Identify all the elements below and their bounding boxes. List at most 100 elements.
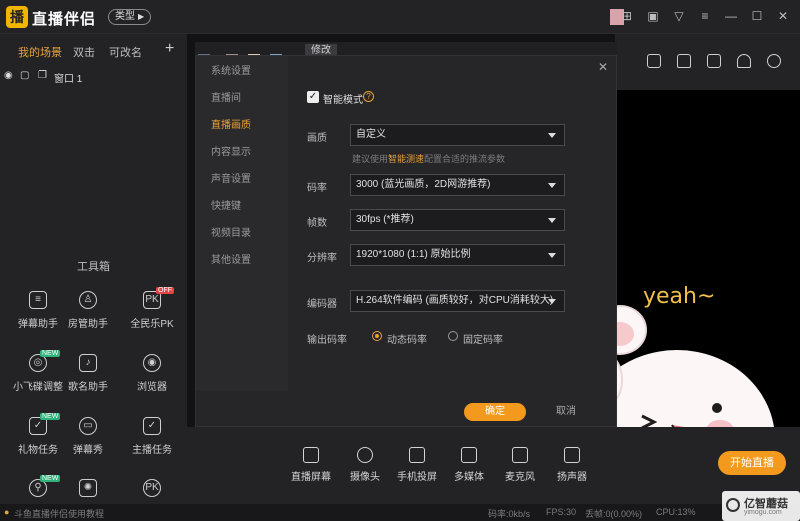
toolbox-item-label: 歌名助手 bbox=[68, 382, 108, 393]
field-select[interactable]: H.264软件编码 (画质较好，对CPU消耗较大) bbox=[350, 290, 565, 312]
add-scene-button[interactable]: + bbox=[165, 40, 174, 58]
menu-icon[interactable]: ≡ bbox=[698, 9, 712, 23]
watermark-logo-icon bbox=[726, 498, 740, 512]
phone-cast-icon bbox=[409, 447, 425, 463]
message-icon[interactable]: ⊞ bbox=[620, 9, 634, 23]
field-select[interactable]: 1920*1080 (1:1) 原始比例 bbox=[350, 244, 565, 266]
settings-nav-item[interactable]: 声音设置 bbox=[211, 170, 251, 185]
lock-icon[interactable]: ▢ bbox=[20, 70, 29, 81]
settings-nav-item[interactable]: 快捷键 bbox=[211, 197, 241, 212]
source-tool-label: 扬声器 bbox=[557, 472, 587, 483]
radio-dynamic-label: 动态码率 bbox=[387, 335, 427, 346]
screen-capture-icon bbox=[303, 447, 319, 463]
source-tool-button[interactable]: 扬声器 bbox=[547, 447, 597, 483]
start-live-button[interactable]: 开始直播 bbox=[718, 451, 786, 475]
app-title: 直播伴侣 bbox=[32, 11, 97, 28]
song-helper-icon: ♪ bbox=[79, 354, 97, 372]
chevron-down-icon bbox=[548, 133, 556, 138]
toolbox-item-label: 主播任务 bbox=[132, 445, 172, 456]
minimize-icon[interactable]: — bbox=[724, 9, 738, 23]
field-value: 30fps (*推荐) bbox=[356, 214, 414, 225]
room-admin-icon: ♙ bbox=[79, 291, 97, 309]
window-controls: ⊞ ▣ ▽ ≡ — ☐ ✕ bbox=[620, 9, 790, 23]
source-tool-button[interactable]: 摄像头 bbox=[340, 447, 390, 483]
field-label: 编码器 bbox=[307, 299, 337, 310]
speaker-icon bbox=[564, 447, 580, 463]
toolbox-item[interactable]: ✓ 主播任务 bbox=[122, 417, 182, 461]
settings-nav-item[interactable]: 内容显示 bbox=[211, 143, 251, 158]
toolbox-item[interactable]: ♪ 歌名助手 bbox=[58, 354, 118, 398]
danmaku-helper-icon: ≡ bbox=[29, 291, 47, 309]
eye-icon[interactable]: ◉ bbox=[4, 70, 13, 81]
maximize-icon[interactable]: ☐ bbox=[750, 9, 764, 23]
toolbox-item-label: 浏览器 bbox=[137, 382, 167, 393]
tab-my-scenes[interactable]: 我的场景 bbox=[18, 44, 62, 60]
help-icon[interactable]: ? bbox=[363, 91, 374, 102]
radio-fixed-bitrate[interactable] bbox=[448, 331, 458, 341]
lottery-icon: ✺ bbox=[79, 479, 97, 497]
source-tool-button[interactable]: 麦克风 bbox=[495, 447, 545, 483]
radio-dynamic-bitrate[interactable] bbox=[372, 331, 382, 341]
settings-nav-item[interactable]: 视频目录 bbox=[211, 224, 251, 239]
smart-mode-label: 智能模式 bbox=[323, 95, 363, 106]
speedtest-hint: 建议使用智能测速配置合适的推流参数 bbox=[352, 154, 506, 164]
close-icon[interactable]: ✕ bbox=[776, 9, 790, 23]
field-value: 自定义 bbox=[356, 129, 386, 140]
field-value: 1920*1080 (1:1) 原始比例 bbox=[356, 249, 471, 260]
window-icon[interactable] bbox=[707, 54, 721, 68]
toolbox-item[interactable]: ▭ 弹幕秀 bbox=[58, 417, 118, 461]
source-tool-button[interactable]: 直播屏幕 bbox=[286, 447, 336, 483]
toolbox-item[interactable]: PK 全民乐PK OFF bbox=[122, 287, 182, 335]
watermark-url: yimogu.com bbox=[744, 509, 782, 516]
source-toolbar: 直播屏幕 摄像头 手机投屏 多媒体 麦克风 扬声器 bbox=[187, 427, 800, 504]
settings-nav-item[interactable]: 系统设置 bbox=[211, 62, 251, 77]
field-label: 画质 bbox=[307, 133, 327, 144]
tab-scene-double-click[interactable]: 双击 bbox=[73, 44, 95, 60]
tutorial-icon: ● bbox=[4, 507, 10, 517]
speedtest-link[interactable]: 智能测速 bbox=[388, 154, 424, 164]
dropped-frames-readout: 丢帧:0(0.00%) bbox=[585, 509, 643, 519]
toolbox-item-badge: OFF bbox=[156, 287, 174, 294]
source-name: 窗口 1 bbox=[54, 74, 83, 85]
right-toolbar bbox=[615, 34, 800, 90]
toolbox-item[interactable]: ♙ 房管助手 bbox=[58, 291, 118, 335]
gift-box-icon[interactable]: ▣ bbox=[646, 9, 660, 23]
tutorial-link[interactable]: 斗鱼直播伴侣使用教程 bbox=[14, 507, 104, 520]
source-tool-button[interactable]: 手机投屏 bbox=[392, 447, 442, 483]
toolbox-item[interactable]: ◉ 浏览器 bbox=[122, 354, 182, 398]
field-select[interactable]: 自定义 bbox=[350, 124, 565, 146]
field-label: 分辨率 bbox=[307, 253, 337, 264]
browser-icon: ◉ bbox=[143, 354, 161, 372]
share-icon[interactable] bbox=[767, 54, 781, 68]
play-arrow-icon: ▶ bbox=[138, 12, 145, 21]
smart-mode-checkbox[interactable]: ✓ bbox=[307, 91, 319, 103]
watermark: 亿智蘑菇 yimogu.com bbox=[722, 491, 800, 521]
source-tool-button[interactable]: 多媒体 bbox=[444, 447, 494, 483]
window-source-icon: ❐ bbox=[38, 70, 47, 81]
cpu-readout: CPU:13% bbox=[656, 507, 696, 517]
skin-icon[interactable]: ▽ bbox=[672, 9, 686, 23]
scene-tabs: 我的场景 双击 可改名 + bbox=[0, 40, 187, 60]
settings-nav-item[interactable]: 直播画质 bbox=[211, 116, 251, 131]
fps-readout: FPS:30 bbox=[546, 507, 577, 517]
settings-nav-item[interactable]: 其他设置 bbox=[211, 251, 251, 266]
source-item[interactable]: ◉ ▢ ❐ 窗口 1 bbox=[4, 70, 184, 85]
field-value: H.264软件编码 (画质较好，对CPU消耗较大) bbox=[356, 295, 554, 306]
field-select[interactable]: 3000 (蓝光画质，2D网游推荐) bbox=[350, 174, 565, 196]
left-panel: 我的场景 双击 可改名 + ◉ ▢ ❐ 窗口 1 工具箱 ≡ 弹幕助手 ♙ 房管助手 P… bbox=[0, 34, 187, 504]
layout-icon[interactable] bbox=[647, 54, 661, 68]
cancel-button[interactable]: 取消 bbox=[556, 403, 576, 421]
danmaku-show-icon: ▭ bbox=[79, 417, 97, 435]
bitrate-readout: 码率:0kb/s bbox=[488, 509, 531, 519]
type-selector-button[interactable]: 类型 ▶ bbox=[108, 9, 152, 25]
radio-fixed-label: 固定码率 bbox=[463, 335, 503, 346]
lock-icon[interactable] bbox=[677, 54, 691, 68]
field-label: 帧数 bbox=[307, 218, 327, 229]
field-label: 码率 bbox=[307, 183, 327, 194]
settings-nav-item[interactable]: 直播间 bbox=[211, 89, 241, 104]
ok-button[interactable]: 确定 bbox=[464, 403, 526, 421]
field-select[interactable]: 30fps (*推荐) bbox=[350, 209, 565, 231]
close-icon[interactable]: ✕ bbox=[598, 60, 608, 74]
tab-scene-rename[interactable]: 可改名 bbox=[109, 44, 142, 60]
bell-icon[interactable] bbox=[737, 54, 751, 68]
